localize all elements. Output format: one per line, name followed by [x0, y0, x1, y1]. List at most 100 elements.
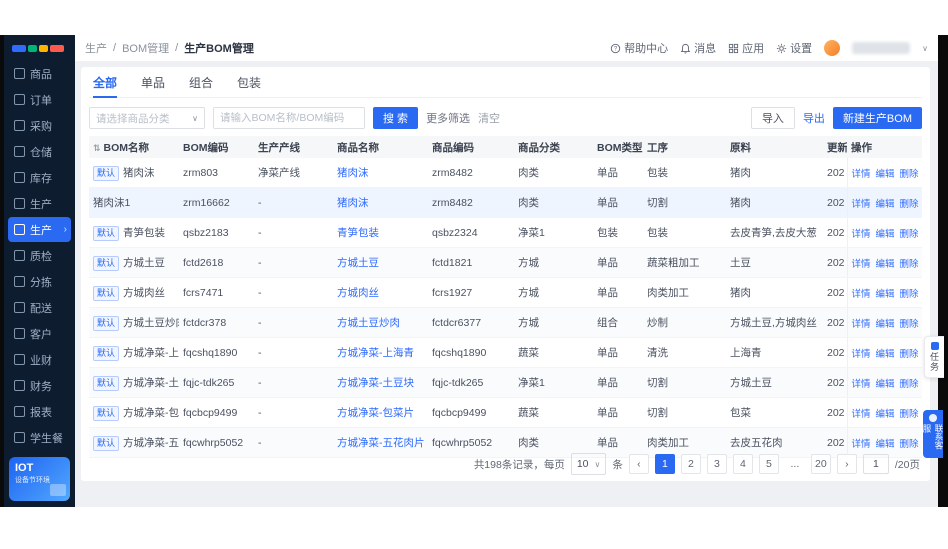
- task-float-button[interactable]: 任务: [924, 336, 944, 378]
- tab-1[interactable]: 单品: [141, 67, 165, 97]
- column-header-10[interactable]: 操作: [847, 136, 922, 158]
- tab-0[interactable]: 全部: [93, 67, 118, 98]
- column-header-9[interactable]: 更新时间: [823, 136, 847, 158]
- tab-3[interactable]: 包装: [237, 67, 261, 97]
- sidebar-item-10[interactable]: 客户: [8, 321, 71, 346]
- edit-link[interactable]: 编辑: [876, 409, 895, 420]
- detail-link[interactable]: 详情: [852, 409, 871, 420]
- column-header-0[interactable]: ⇅ BOM名称: [89, 136, 179, 158]
- delete-link[interactable]: 删除: [900, 379, 919, 390]
- detail-link[interactable]: 详情: [852, 259, 871, 270]
- more-filters-link[interactable]: 更多筛选: [426, 110, 470, 126]
- page-button-3[interactable]: 3: [706, 454, 727, 474]
- topbar-action-help[interactable]: ? 帮助中心: [610, 40, 668, 56]
- product-link[interactable]: 猪肉沫: [337, 167, 369, 179]
- delete-link[interactable]: 删除: [900, 229, 919, 240]
- sidebar-item-6[interactable]: 生产 ›: [8, 217, 71, 242]
- edit-link[interactable]: 编辑: [876, 289, 895, 300]
- delete-link[interactable]: 删除: [900, 199, 919, 210]
- tab-2[interactable]: 组合: [189, 67, 213, 97]
- delete-link[interactable]: 删除: [900, 409, 919, 420]
- product-link[interactable]: 方城净菜-五花肉片: [337, 437, 425, 449]
- page-size-select[interactable]: 10 ∨: [570, 453, 607, 475]
- edit-link[interactable]: 编辑: [876, 169, 895, 180]
- product-link[interactable]: 方城土豆炒肉: [337, 317, 400, 329]
- column-header-8[interactable]: 原料: [726, 136, 823, 158]
- sidebar-item-3[interactable]: 仓储: [8, 139, 71, 164]
- next-page-button[interactable]: ›: [836, 454, 857, 474]
- iot-env-card[interactable]: IOT 设备节环境: [9, 457, 70, 501]
- avatar[interactable]: [824, 40, 841, 56]
- sidebar-item-13[interactable]: 报表: [8, 399, 71, 424]
- edit-link[interactable]: 编辑: [876, 259, 895, 270]
- delete-link[interactable]: 删除: [900, 259, 919, 270]
- keyword-input[interactable]: [213, 107, 365, 129]
- detail-link[interactable]: 详情: [852, 319, 871, 330]
- search-button[interactable]: 搜 索: [373, 107, 419, 129]
- delete-link[interactable]: 删除: [900, 289, 919, 300]
- column-header-5[interactable]: 商品分类: [514, 136, 593, 158]
- product-link[interactable]: 青笋包装: [337, 227, 379, 239]
- product-link[interactable]: 方城土豆: [337, 257, 379, 269]
- page-button-2[interactable]: 2: [680, 454, 701, 474]
- product-link[interactable]: 猪肉沫: [337, 197, 369, 209]
- page-button-5[interactable]: 5: [758, 454, 779, 474]
- detail-link[interactable]: 详情: [852, 169, 871, 180]
- sidebar-item-12[interactable]: 财务: [8, 373, 71, 398]
- edit-link[interactable]: 编辑: [876, 439, 895, 450]
- product-link[interactable]: 方城净菜-上海青: [337, 347, 414, 359]
- column-header-1[interactable]: BOM编码: [179, 136, 254, 158]
- column-header-2[interactable]: 生产产线: [254, 136, 333, 158]
- sidebar-item-5[interactable]: 生产: [8, 191, 71, 216]
- category-select[interactable]: 请选择商品分类 ∨: [89, 107, 205, 129]
- customer-service-float-button[interactable]: 联系客服: [922, 410, 944, 458]
- product-link[interactable]: 方城净菜-包菜片: [337, 407, 414, 419]
- topbar-action-gear[interactable]: 设置: [776, 40, 812, 56]
- delete-link[interactable]: 删除: [900, 319, 919, 330]
- detail-link[interactable]: 详情: [852, 289, 871, 300]
- breadcrumb-item-0[interactable]: 生产: [85, 40, 107, 56]
- detail-link[interactable]: 详情: [852, 439, 871, 450]
- edit-link[interactable]: 编辑: [876, 349, 895, 360]
- sidebar-item-7[interactable]: 质检: [8, 243, 71, 268]
- edit-link[interactable]: 编辑: [876, 199, 895, 210]
- breadcrumb-item-1[interactable]: BOM管理: [122, 40, 169, 56]
- column-header-4[interactable]: 商品编码: [428, 136, 514, 158]
- edit-link[interactable]: 编辑: [876, 319, 895, 330]
- sidebar-item-8[interactable]: 分拣: [8, 269, 71, 294]
- detail-link[interactable]: 详情: [852, 349, 871, 360]
- sidebar-item-1[interactable]: 订单: [8, 87, 71, 112]
- sidebar-item-0[interactable]: 商品: [8, 61, 71, 86]
- page-button-1[interactable]: 1: [654, 454, 675, 474]
- delete-link[interactable]: 删除: [900, 349, 919, 360]
- chevron-down-icon[interactable]: ∨: [922, 44, 928, 53]
- sidebar-item-9[interactable]: 配送: [8, 295, 71, 320]
- create-bom-button[interactable]: 新建生产BOM: [832, 107, 922, 129]
- export-button[interactable]: 导出: [803, 110, 825, 126]
- clear-filters-link[interactable]: 清空: [478, 110, 500, 126]
- delete-link[interactable]: 删除: [900, 169, 919, 180]
- import-button[interactable]: 导入: [750, 107, 795, 129]
- topbar-action-grid[interactable]: 应用: [728, 40, 764, 56]
- detail-link[interactable]: 详情: [852, 199, 871, 210]
- column-header-6[interactable]: BOM类型: [593, 136, 643, 158]
- edit-link[interactable]: 编辑: [876, 379, 895, 390]
- page-button-20[interactable]: 20: [810, 454, 831, 474]
- delete-link[interactable]: 删除: [900, 439, 919, 450]
- sort-icon[interactable]: ⇅: [93, 143, 101, 153]
- column-header-3[interactable]: 商品名称: [333, 136, 428, 158]
- column-header-7[interactable]: 工序: [643, 136, 726, 158]
- page-jump-input[interactable]: 1: [862, 454, 889, 474]
- edit-link[interactable]: 编辑: [876, 229, 895, 240]
- sidebar-item-4[interactable]: 库存: [8, 165, 71, 190]
- page-button-4[interactable]: 4: [732, 454, 753, 474]
- product-link[interactable]: 方城肉丝: [337, 287, 379, 299]
- sidebar-item-11[interactable]: 业财: [8, 347, 71, 372]
- sidebar-item-2[interactable]: 采购: [8, 113, 71, 138]
- detail-link[interactable]: 详情: [852, 229, 871, 240]
- sidebar-item-14[interactable]: 学生餐: [8, 425, 71, 450]
- prev-page-button[interactable]: ‹: [628, 454, 649, 474]
- detail-link[interactable]: 详情: [852, 379, 871, 390]
- topbar-action-bell[interactable]: 消息: [680, 40, 716, 56]
- product-link[interactable]: 方城净菜-土豆块: [337, 377, 414, 389]
